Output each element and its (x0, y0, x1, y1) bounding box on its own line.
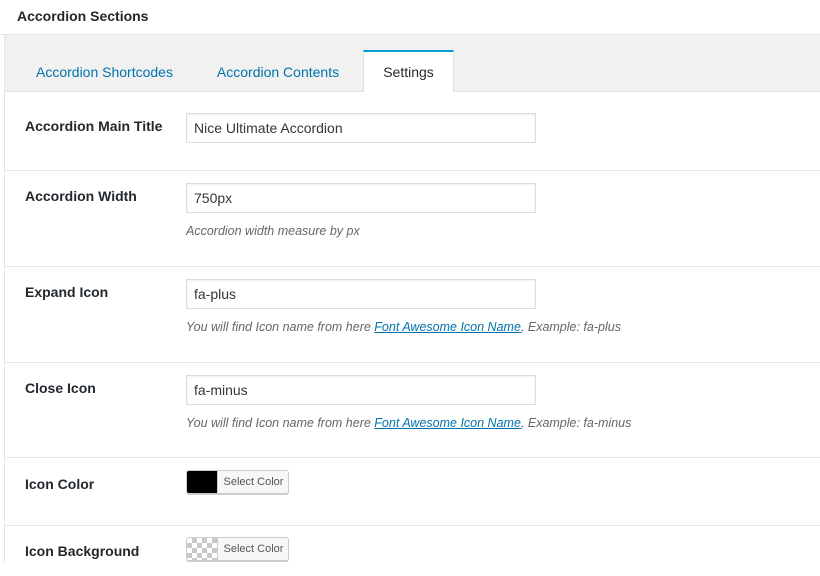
field-row-icon-background: Icon Background Select Color (5, 526, 820, 576)
expand-icon-label: Expand Icon (25, 284, 109, 300)
close-desc-suffix: , Example: fa-minus (520, 416, 632, 430)
close-icon-label: Close Icon (25, 380, 96, 396)
select-color-label: Select Color (217, 471, 288, 493)
field-row-main-title: Accordion Main Title (5, 91, 820, 171)
expand-icon-input[interactable] (186, 279, 536, 309)
tab-bar: Accordion Shortcodes Accordion Contents … (5, 35, 820, 92)
font-awesome-link[interactable]: Font Awesome Icon Name (374, 416, 521, 430)
tab-settings[interactable]: Settings (363, 50, 454, 92)
transparent-swatch (187, 538, 217, 560)
panel-header: Accordion Sections (0, 0, 820, 35)
icon-background-label: Icon Background (25, 543, 140, 559)
field-row-close-icon: Close Icon You will find Icon name from … (5, 363, 820, 458)
close-desc-prefix: You will find Icon name from here (186, 416, 375, 430)
icon-color-picker-button[interactable]: Select Color (186, 470, 289, 494)
icon-color-label: Icon Color (25, 476, 95, 492)
main-title-input[interactable] (186, 113, 536, 143)
icon-background-picker-button[interactable]: Select Color (186, 537, 289, 561)
width-description: Accordion width measure by px (186, 224, 360, 238)
font-awesome-link[interactable]: Font Awesome Icon Name (374, 320, 521, 334)
width-label: Accordion Width (25, 188, 137, 204)
width-input[interactable] (186, 183, 536, 213)
select-color-label: Select Color (217, 538, 288, 560)
expand-desc-suffix: , Example: fa-plus (520, 320, 621, 334)
tab-accordion-shortcodes[interactable]: Accordion Shortcodes (21, 51, 191, 91)
tab-accordion-contents[interactable]: Accordion Contents (205, 51, 351, 91)
expand-icon-description: You will find Icon name from here Font A… (186, 320, 621, 334)
field-row-expand-icon: Expand Icon You will find Icon name from… (5, 267, 820, 363)
field-row-width: Accordion Width Accordion width measure … (5, 171, 820, 267)
panel-title: Accordion Sections (17, 8, 149, 24)
close-icon-input[interactable] (186, 375, 536, 405)
field-row-icon-color: Icon Color Select Color (5, 458, 820, 526)
main-title-label: Accordion Main Title (25, 118, 163, 134)
expand-desc-prefix: You will find Icon name from here (186, 320, 375, 334)
color-swatch (187, 471, 217, 493)
close-icon-description: You will find Icon name from here Font A… (186, 416, 631, 430)
